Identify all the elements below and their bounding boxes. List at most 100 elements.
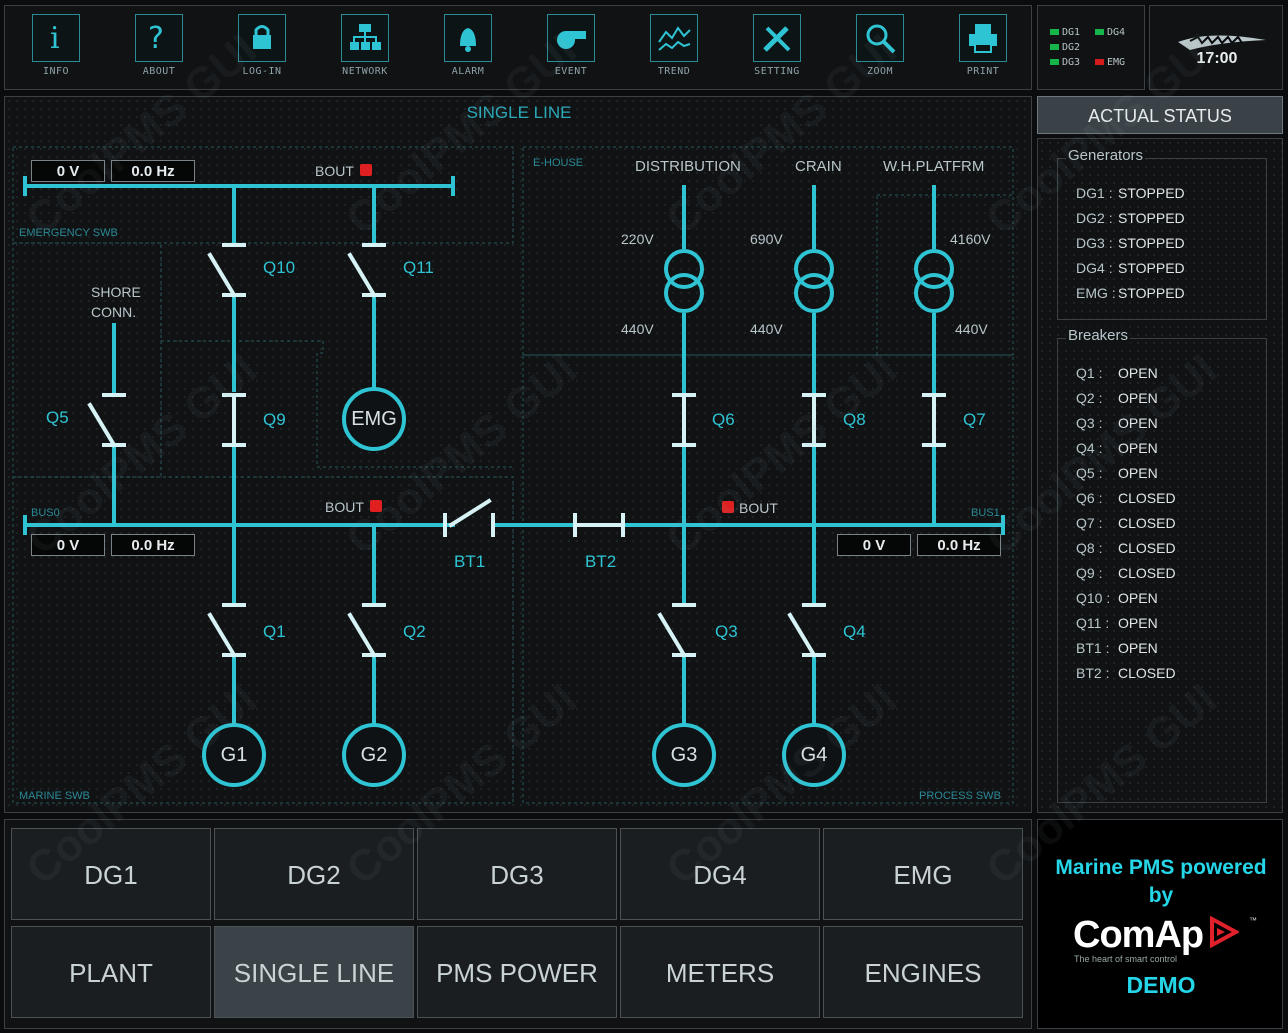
status-row-name: Q8 : [1076,540,1103,556]
status-row-name: DG1 : [1076,185,1113,201]
emg-generator[interactable]: EMG [342,387,406,451]
status-row-name: BT2 : [1076,665,1110,681]
nav-engines-button[interactable]: ENGINES [823,926,1023,1018]
status-row: BT1 : OPEN [1076,640,1158,656]
status-row-name: Q4 : [1076,440,1103,456]
toolbar-alarm-button[interactable]: ALARM [435,14,501,77]
status-row: Q9 : CLOSED [1076,565,1176,581]
status-row: Q3 : OPEN [1076,415,1158,431]
status-row: Q7 : CLOSED [1076,515,1176,531]
q9-label[interactable]: Q9 [263,410,286,430]
q6-label[interactable]: Q6 [712,410,735,430]
toolbar-setting-button[interactable]: SETTING [744,14,810,77]
clock-panel: 17:00 [1149,5,1283,90]
q2-label[interactable]: Q2 [403,622,426,642]
nav-meters-button[interactable]: METERS [620,926,820,1018]
status-row: EMG : STOPPED [1076,285,1185,301]
status-row-state: STOPPED [1118,235,1185,251]
status-row-state: CLOSED [1118,490,1176,506]
toolbar-event-button[interactable]: EVENT [538,14,604,77]
brand-line-2: by [1148,884,1174,907]
toolbar-label: EVENT [554,66,588,77]
g1-generator[interactable]: G1 [202,723,266,787]
g2-generator[interactable]: G2 [342,723,406,787]
bt1-label[interactable]: BT1 [454,552,485,572]
single-line-diagram: SINGLE LINE 0 V 0.0 Hz 0 V 0.0 Hz 0 V 0.… [4,96,1032,813]
status-row: Q1 : OPEN [1076,365,1158,381]
dg3-indicator: DG3 [1050,57,1080,68]
actual-status-header[interactable]: ACTUAL STATUS [1037,96,1283,134]
g4-generator[interactable]: G4 [782,723,846,787]
status-row: Q8 : CLOSED [1076,540,1176,556]
q4-label[interactable]: Q4 [843,622,866,642]
dg4-indicator: DG4 [1095,27,1125,38]
actual-status-panel: Generators DG1 : STOPPED DG2 : STOPPED DG3 :… [1037,138,1283,813]
status-row-state: CLOSED [1118,540,1176,556]
status-row-state: CLOSED [1118,565,1176,581]
nav-dg4-button[interactable]: DG4 [620,828,820,920]
bus0-voltage: 0 V [31,534,105,556]
q3-label[interactable]: Q3 [715,622,738,642]
status-row-name: DG4 : [1076,260,1113,276]
status-row: BT2 : CLOSED [1076,665,1176,681]
toolbar-network-button[interactable]: NETWORK [332,14,398,77]
nav-dg1-button[interactable]: DG1 [11,828,211,920]
trademark: ™ [1249,916,1257,925]
toolbar-print-button[interactable]: PRINT [950,14,1016,77]
g3-generator[interactable]: G3 [652,723,716,787]
printer-icon [959,14,1007,62]
status-row-state: OPEN [1118,615,1158,631]
toolbar-trend-button[interactable]: TREND [641,14,707,77]
status-row: Q5 : OPEN [1076,465,1158,481]
nav-pms-power-button[interactable]: PMS POWER [417,926,617,1018]
status-row-state: OPEN [1118,640,1158,656]
transformer-1-lv: 440V [621,321,654,337]
nav-dg2-button[interactable]: DG2 [214,828,414,920]
nav-emg-button[interactable]: EMG [823,828,1023,920]
bus1-bout-label: BOUT [739,500,778,516]
shore-zone [12,242,162,478]
toolbar-label: INFO [42,66,70,77]
emergency-bout-indicator [360,164,372,176]
nav-single-line-button[interactable]: SINGLE LINE [214,926,414,1018]
status-row-state: STOPPED [1118,260,1185,276]
toolbar-zoom-button[interactable]: ZOOM [847,14,913,77]
trend-icon [650,14,698,62]
toolbar-label: PRINT [966,66,1000,77]
zoom-icon [856,14,904,62]
tools-icon [753,14,801,62]
toolbar-label: SETTING [754,66,800,77]
generators-group-title: Generators [1066,147,1146,164]
toolbar-info-button[interactable]: i INFO [23,14,89,77]
status-row-state: OPEN [1118,590,1158,606]
clock-time: 17:00 [1196,50,1238,67]
toolbar-label: TREND [657,66,691,77]
status-row-name: EMG : [1076,285,1116,301]
status-row-state: STOPPED [1118,285,1185,301]
q8-label[interactable]: Q8 [843,410,866,430]
nav-dg3-button[interactable]: DG3 [417,828,617,920]
status-row-state: STOPPED [1118,185,1185,201]
svg-text:?: ? [148,21,164,56]
nav-plant-button[interactable]: PLANT [11,926,211,1018]
q11-label[interactable]: Q11 [403,258,434,278]
q7-label[interactable]: Q7 [963,410,986,430]
q1-label[interactable]: Q1 [263,622,286,642]
emergency-frequency: 0.0 Hz [111,160,195,182]
status-row: Q11 : OPEN [1076,615,1158,631]
emg-indicator: EMG [1095,57,1125,68]
toolbar-about-button[interactable]: ? ABOUT [126,14,192,77]
status-row: Q6 : CLOSED [1076,490,1176,506]
status-row: Q4 : OPEN [1076,440,1158,456]
bt2-label[interactable]: BT2 [585,552,616,572]
q5-label[interactable]: Q5 [46,408,69,428]
transformer-2-hv: 690V [750,231,783,247]
status-row-name: Q6 : [1076,490,1103,506]
status-row-name: DG2 : [1076,210,1113,226]
emergency-bout-label: BOUT [315,163,354,179]
q10-label[interactable]: Q10 [263,258,295,278]
comap-logo: ComAp [1073,914,1241,958]
shore-label: SHORE [91,284,141,300]
status-row-state: STOPPED [1118,210,1185,226]
toolbar-login-button[interactable]: LOG-IN [229,14,295,77]
